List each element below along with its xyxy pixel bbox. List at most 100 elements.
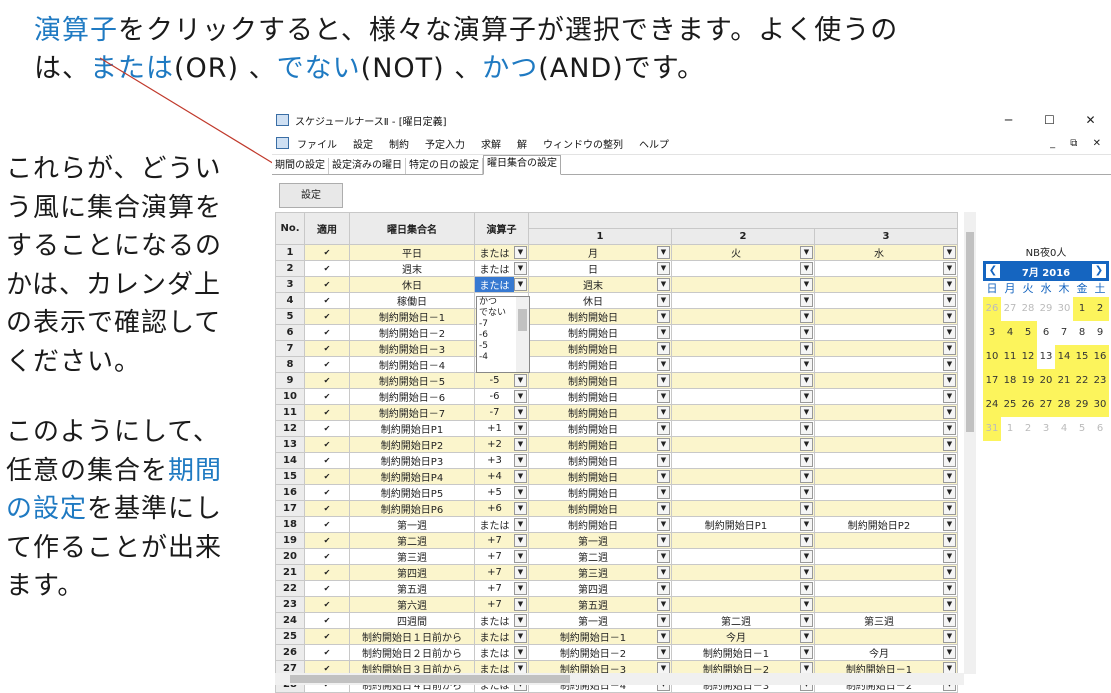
- chevron-down-icon[interactable]: ▼: [943, 534, 956, 547]
- set-cell[interactable]: 第三週 ▼: [814, 612, 958, 629]
- calendar-day[interactable]: 31: [983, 417, 1001, 441]
- set-name-cell[interactable]: 制約開始日－2: [349, 324, 475, 341]
- set-cell[interactable]: ▼: [814, 596, 958, 613]
- set-cell[interactable]: ▼: [814, 452, 958, 469]
- apply-checkbox[interactable]: ✔: [323, 345, 331, 353]
- chevron-down-icon[interactable]: ▼: [943, 646, 956, 659]
- chevron-down-icon[interactable]: ▼: [800, 518, 813, 531]
- set-name-cell[interactable]: 制約開始日－6: [349, 388, 475, 405]
- set-cell[interactable]: 月 ▼: [528, 244, 672, 261]
- set-cell[interactable]: 週末 ▼: [528, 276, 672, 293]
- set-cell[interactable]: ▼: [671, 452, 815, 469]
- set-cell[interactable]: ▼: [814, 580, 958, 597]
- set-cell[interactable]: 制約開始日 ▼: [528, 340, 672, 357]
- set-cell[interactable]: ▼: [671, 276, 815, 293]
- apply-cell[interactable]: ✔: [304, 436, 350, 453]
- menu-item[interactable]: 解: [517, 136, 527, 151]
- scroll-thumb[interactable]: [518, 309, 527, 331]
- set-cell[interactable]: 制約開始日 ▼: [528, 484, 672, 501]
- apply-cell[interactable]: ✔: [304, 324, 350, 341]
- set-cell[interactable]: ▼: [814, 468, 958, 485]
- minimize-icon[interactable]: ─: [988, 113, 1029, 127]
- chevron-down-icon[interactable]: ▼: [943, 390, 956, 403]
- set-cell[interactable]: ▼: [814, 436, 958, 453]
- operator-cell[interactable]: -5 ▼: [474, 372, 529, 389]
- set-cell[interactable]: 第一週 ▼: [528, 612, 672, 629]
- set-cell[interactable]: 制約開始日 ▼: [528, 420, 672, 437]
- chevron-down-icon[interactable]: ▼: [514, 630, 527, 643]
- set-cell[interactable]: ▼: [814, 356, 958, 373]
- chevron-down-icon[interactable]: ▼: [943, 358, 956, 371]
- set-name-cell[interactable]: 第四週: [349, 564, 475, 581]
- set-cell[interactable]: ▼: [671, 532, 815, 549]
- chevron-down-icon[interactable]: ▼: [800, 470, 813, 483]
- set-cell[interactable]: ▼: [671, 388, 815, 405]
- chevron-down-icon[interactable]: ▼: [800, 582, 813, 595]
- operator-cell[interactable]: または▼: [474, 260, 529, 277]
- chevron-down-icon[interactable]: ▼: [943, 438, 956, 451]
- operator-cell[interactable]: または▼: [474, 276, 529, 293]
- prev-month-icon[interactable]: ❮: [986, 264, 1000, 278]
- chevron-down-icon[interactable]: ▼: [943, 310, 956, 323]
- calendar-day[interactable]: 5: [1019, 321, 1037, 345]
- set-cell[interactable]: 制約開始日 ▼: [528, 452, 672, 469]
- set-cell[interactable]: ▼: [671, 484, 815, 501]
- apply-checkbox[interactable]: ✔: [323, 409, 331, 417]
- chevron-down-icon[interactable]: ▼: [657, 534, 670, 547]
- apply-checkbox[interactable]: ✔: [323, 489, 331, 497]
- maximize-icon[interactable]: ☐: [1029, 113, 1070, 127]
- chevron-down-icon[interactable]: ▼: [800, 374, 813, 387]
- chevron-down-icon[interactable]: ▼: [514, 518, 527, 531]
- operator-cell[interactable]: または▼: [474, 612, 529, 629]
- set-cell[interactable]: 制約開始日 ▼: [528, 372, 672, 389]
- set-cell[interactable]: 休日 ▼: [528, 292, 672, 309]
- chevron-down-icon[interactable]: ▼: [657, 390, 670, 403]
- set-cell[interactable]: ▼: [671, 308, 815, 325]
- chevron-down-icon[interactable]: ▼: [514, 390, 527, 403]
- apply-checkbox[interactable]: ✔: [323, 553, 331, 561]
- apply-checkbox[interactable]: ✔: [323, 569, 331, 577]
- calendar-day[interactable]: 6: [1091, 417, 1109, 441]
- chevron-down-icon[interactable]: ▼: [514, 262, 527, 275]
- chevron-down-icon[interactable]: ▼: [657, 646, 670, 659]
- set-cell[interactable]: 第二週 ▼: [528, 548, 672, 565]
- chevron-down-icon[interactable]: ▼: [657, 326, 670, 339]
- apply-cell[interactable]: ✔: [304, 580, 350, 597]
- chevron-down-icon[interactable]: ▼: [657, 310, 670, 323]
- chevron-down-icon[interactable]: ▼: [800, 358, 813, 371]
- chevron-down-icon[interactable]: ▼: [800, 406, 813, 419]
- apply-checkbox[interactable]: ✔: [323, 425, 331, 433]
- set-name-cell[interactable]: 制約開始日－7: [349, 404, 475, 421]
- chevron-down-icon[interactable]: ▼: [657, 582, 670, 595]
- set-cell[interactable]: 第二週 ▼: [671, 612, 815, 629]
- chevron-down-icon[interactable]: ▼: [657, 566, 670, 579]
- apply-cell[interactable]: ✔: [304, 612, 350, 629]
- calendar-day[interactable]: 2: [1091, 297, 1109, 321]
- calendar-day[interactable]: 27: [1001, 297, 1019, 321]
- menu-item[interactable]: ファイル: [297, 136, 337, 151]
- chevron-down-icon[interactable]: ▼: [800, 422, 813, 435]
- chevron-down-icon[interactable]: ▼: [514, 582, 527, 595]
- set-cell[interactable]: ▼: [671, 596, 815, 613]
- chevron-down-icon[interactable]: ▼: [800, 502, 813, 515]
- set-cell[interactable]: 今月 ▼: [671, 628, 815, 645]
- chevron-down-icon[interactable]: ▼: [800, 262, 813, 275]
- set-cell[interactable]: 制約開始日 ▼: [528, 308, 672, 325]
- set-cell[interactable]: 第四週 ▼: [528, 580, 672, 597]
- chevron-down-icon[interactable]: ▼: [657, 294, 670, 307]
- chevron-down-icon[interactable]: ▼: [657, 486, 670, 499]
- chevron-down-icon[interactable]: ▼: [514, 534, 527, 547]
- apply-cell[interactable]: ✔: [304, 372, 350, 389]
- apply-checkbox[interactable]: ✔: [323, 473, 331, 481]
- apply-checkbox[interactable]: ✔: [323, 665, 331, 673]
- operator-cell[interactable]: +6 ▼: [474, 500, 529, 517]
- chevron-down-icon[interactable]: ▼: [800, 614, 813, 627]
- apply-cell[interactable]: ✔: [304, 340, 350, 357]
- set-cell[interactable]: ▼: [671, 292, 815, 309]
- set-cell[interactable]: 第三週 ▼: [528, 564, 672, 581]
- set-cell[interactable]: ▼: [671, 340, 815, 357]
- chevron-down-icon[interactable]: ▼: [514, 550, 527, 563]
- set-cell[interactable]: ▼: [671, 324, 815, 341]
- chevron-down-icon[interactable]: ▼: [800, 646, 813, 659]
- apply-cell[interactable]: ✔: [304, 276, 350, 293]
